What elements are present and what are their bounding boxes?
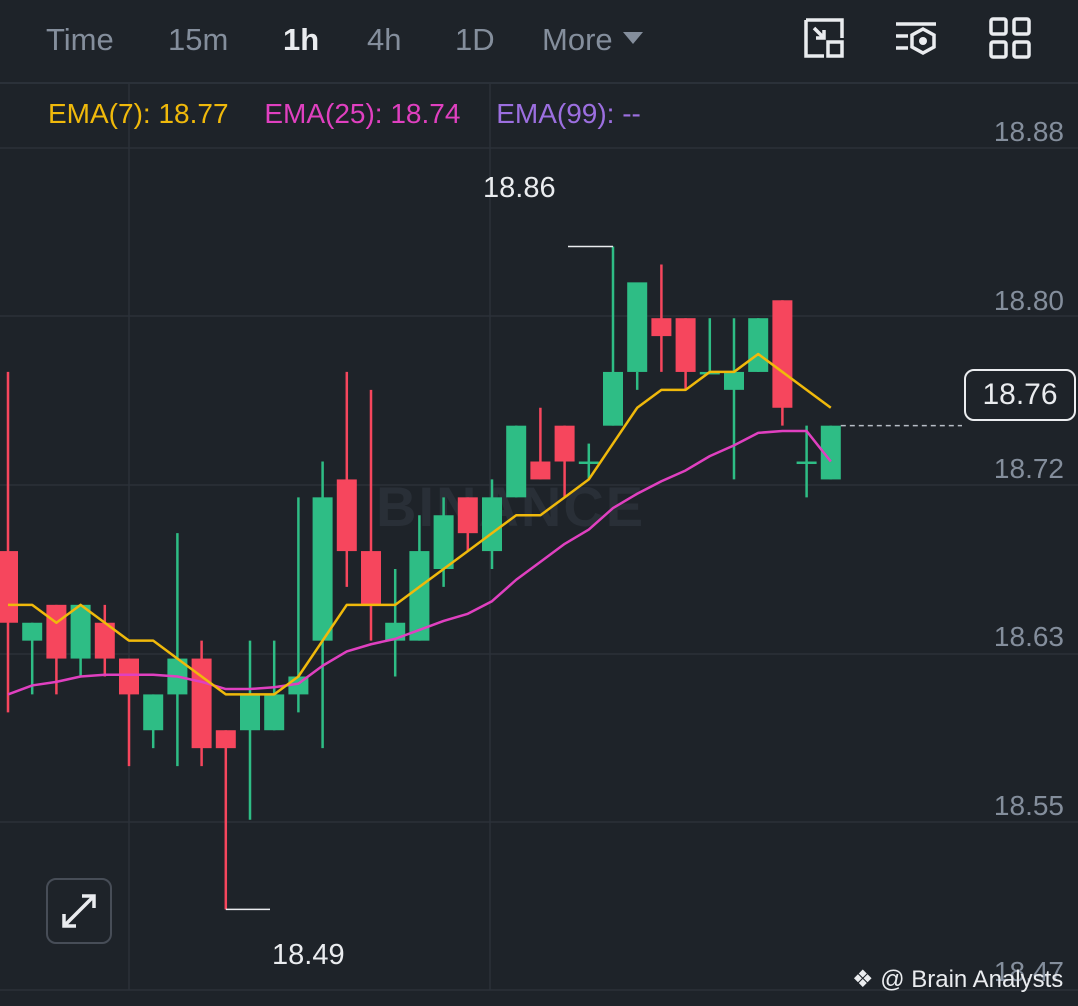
candle (796, 425, 817, 498)
candle-body (627, 282, 648, 372)
candle-body (70, 604, 91, 659)
high-price-annotation: 18.86 (483, 172, 556, 204)
candle (385, 569, 406, 677)
candle (699, 318, 720, 375)
candle-body (361, 551, 381, 605)
price-axis-label: 18.63 (993, 621, 1064, 652)
candle-body (748, 318, 769, 372)
candle (627, 282, 648, 390)
candle (336, 371, 357, 587)
candle (578, 443, 599, 480)
candle (167, 533, 188, 767)
candles-layer (0, 246, 841, 910)
candle (94, 604, 115, 677)
ema7-label: EMA(7): 18.77 (48, 98, 229, 129)
candle-body (457, 497, 478, 534)
candle-body (482, 497, 502, 552)
candle (215, 730, 236, 910)
annotation-layer (225, 245, 962, 911)
candle (361, 389, 381, 641)
candlestick-chart[interactable] (0, 0, 1078, 1006)
price-axis-label: 18.55 (993, 790, 1064, 821)
candle-body (506, 425, 527, 498)
candle-body (22, 622, 43, 641)
credit-text: @ Brain Analysts (880, 966, 1064, 993)
candle (724, 318, 744, 480)
candle (506, 425, 527, 498)
candle (288, 497, 309, 713)
candle (554, 425, 575, 498)
ema99-label: EMA(99): -- (496, 98, 641, 129)
credit-watermark: ❖ @ Brain Analysts (852, 966, 1063, 994)
candle-body (603, 371, 623, 426)
current-price-tag: 18.76 (964, 369, 1076, 421)
price-axis-label: 18.80 (993, 285, 1064, 316)
candle-body (433, 515, 454, 569)
candle (748, 318, 769, 372)
candle (312, 461, 333, 749)
candle-body (336, 479, 357, 552)
candle-body (143, 694, 164, 731)
candle (675, 318, 696, 390)
low-price-annotation: 18.49 (272, 939, 345, 971)
candle-body (312, 497, 333, 641)
candle-body (119, 658, 139, 695)
ema25-label: EMA(25): 18.74 (264, 98, 461, 129)
candle (0, 371, 18, 713)
candle-body (578, 461, 599, 465)
candle-body (724, 371, 744, 390)
candle-body (0, 551, 18, 623)
candle-body (796, 461, 817, 465)
candle (603, 246, 623, 426)
chart-grid (0, 84, 1078, 991)
candle (772, 300, 793, 426)
expand-icon (62, 894, 96, 928)
candle-body (772, 300, 793, 408)
candle-body (215, 730, 236, 749)
fullscreen-button[interactable] (46, 878, 112, 944)
indicator-legend: EMA(7): 18.77 EMA(25): 18.74 EMA(99): -- (48, 96, 669, 132)
candle (143, 694, 164, 749)
candle-body (651, 318, 672, 337)
candle-body (554, 425, 575, 462)
candle-body (530, 461, 551, 480)
candle-body (264, 694, 285, 731)
candle-body (675, 318, 696, 372)
candle-body (240, 694, 260, 731)
candle (457, 497, 478, 552)
candle (409, 515, 430, 641)
candle (70, 604, 91, 677)
candle-body (46, 604, 67, 659)
price-axis-label: 18.72 (993, 453, 1064, 484)
candle (191, 640, 212, 767)
candle (530, 407, 551, 480)
binance-logo-icon: ❖ (852, 966, 874, 993)
candle (482, 479, 502, 569)
candle (240, 640, 260, 820)
price-axis-label: 18.88 (993, 116, 1064, 147)
candle (651, 264, 672, 372)
